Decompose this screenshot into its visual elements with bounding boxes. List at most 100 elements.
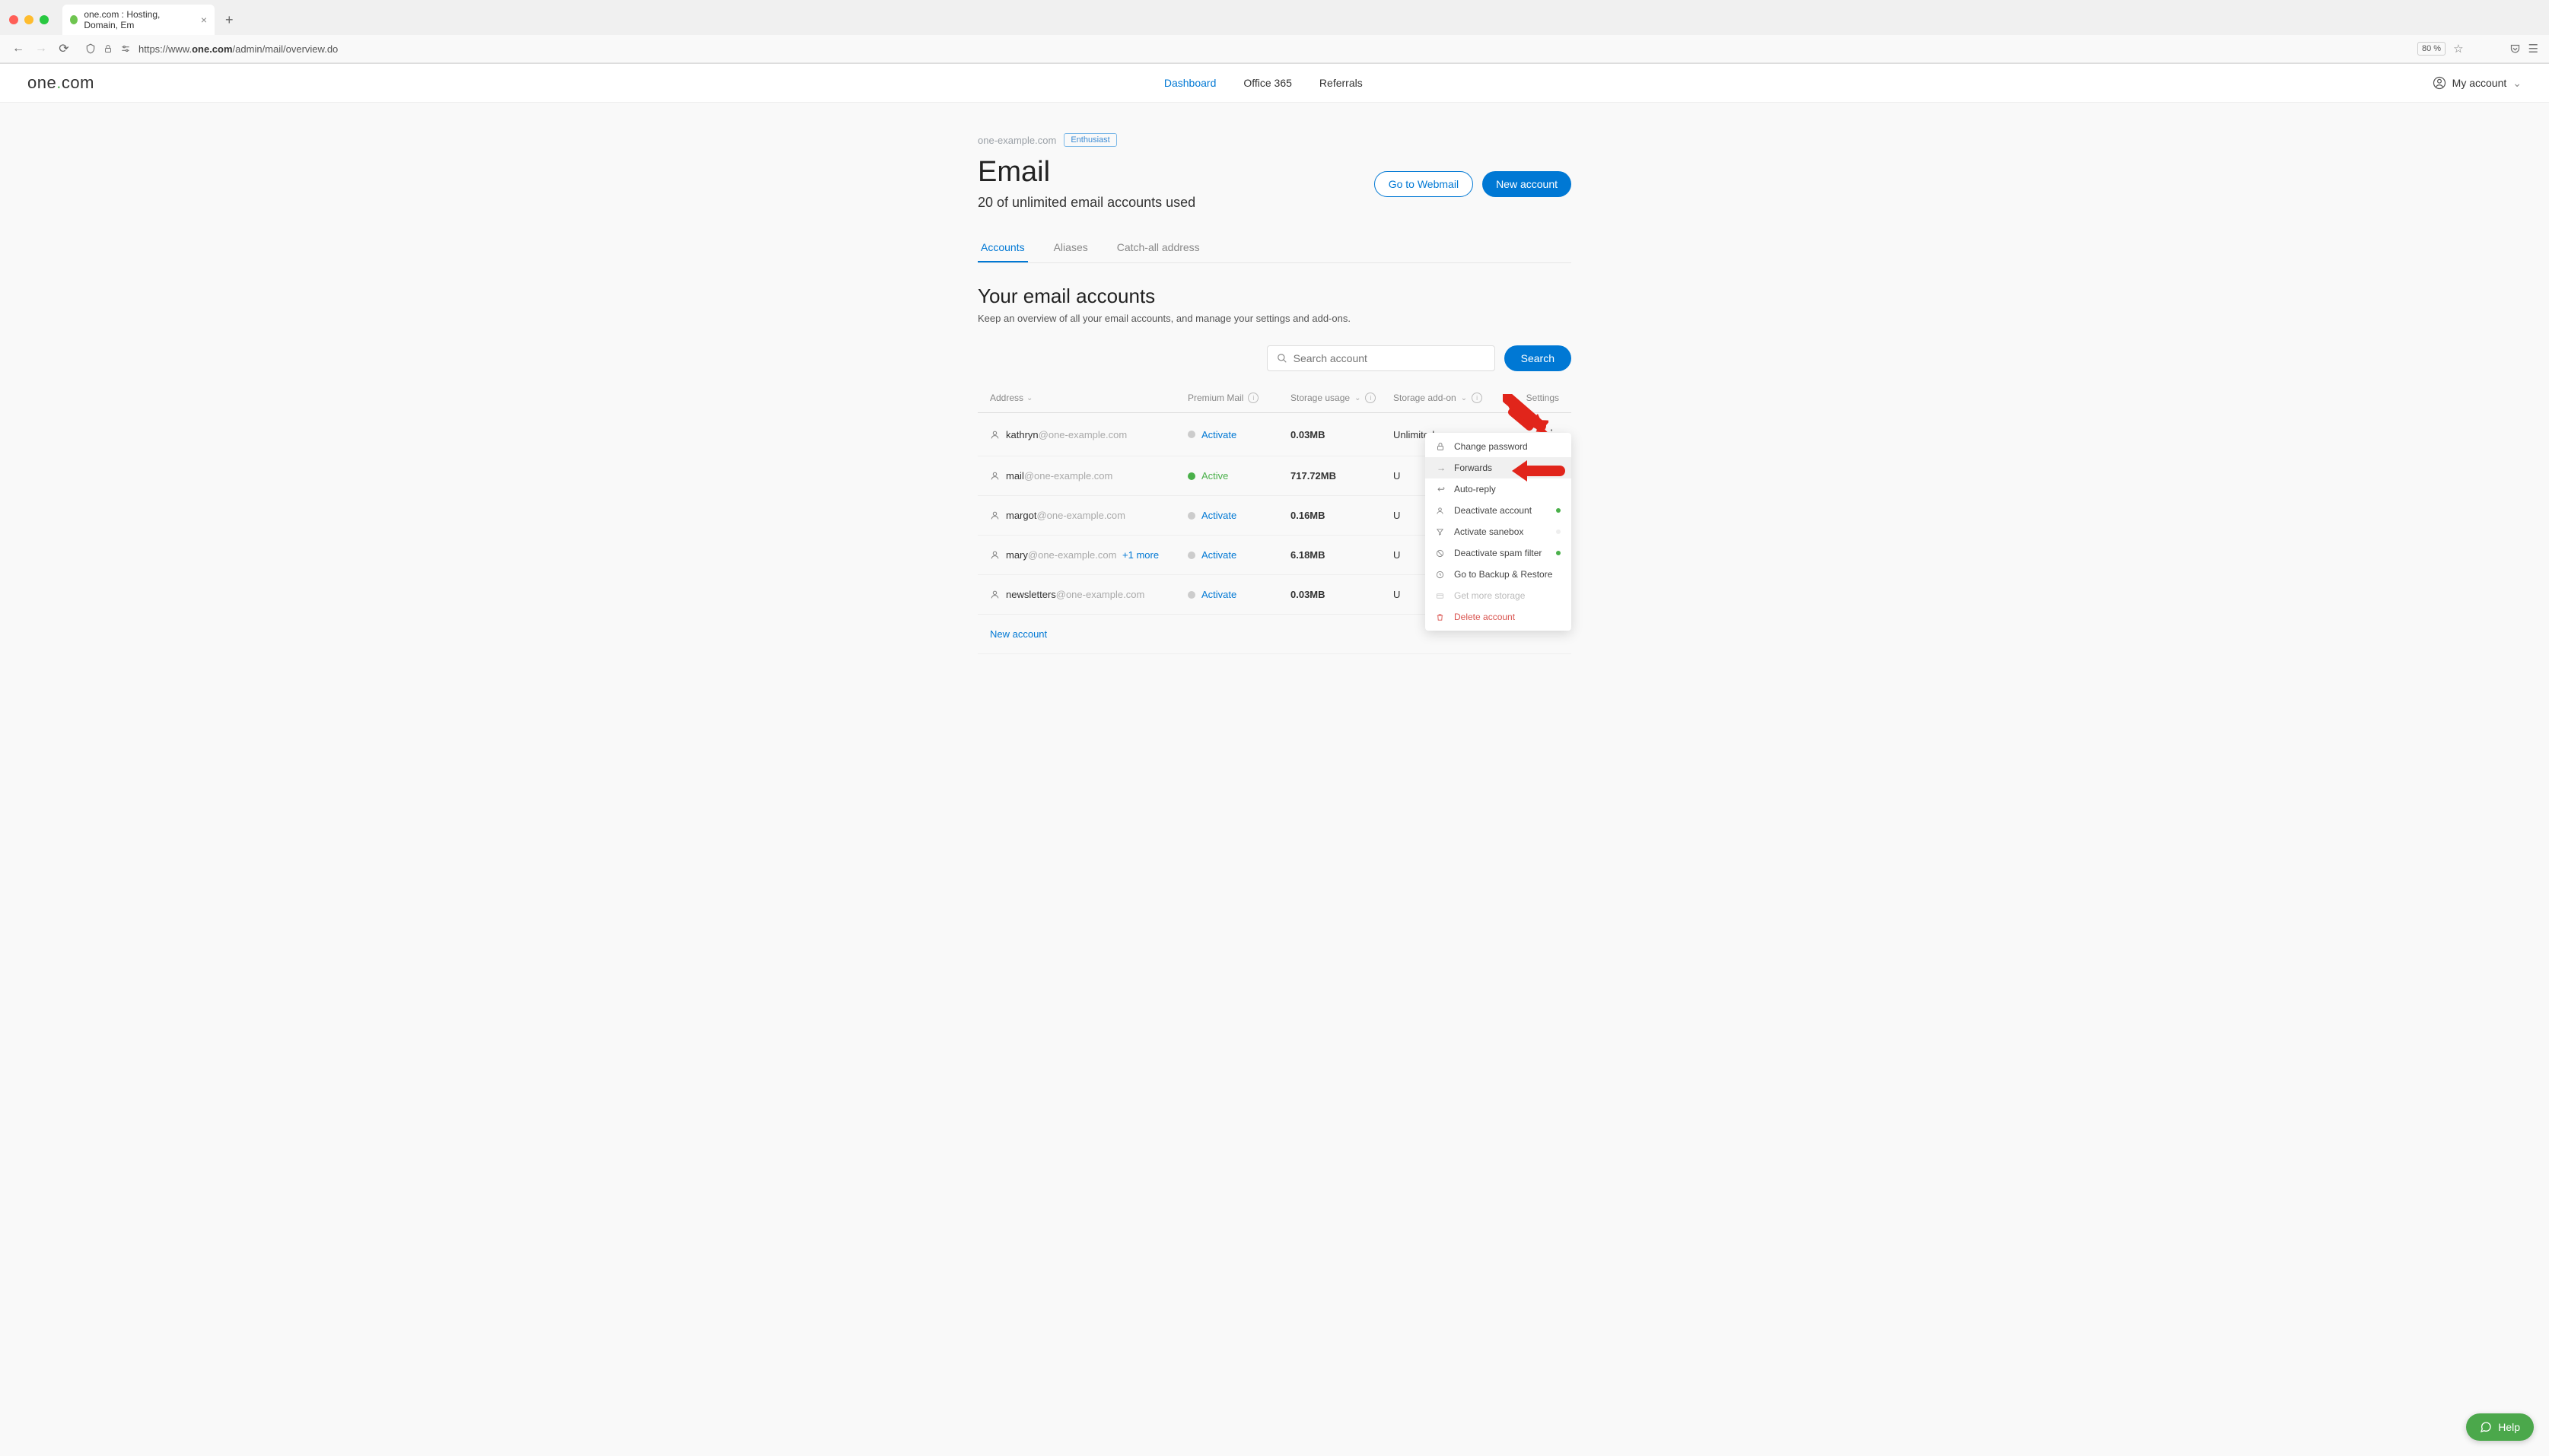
- menu-backup-restore[interactable]: Go to Backup & Restore: [1425, 564, 1571, 585]
- info-icon[interactable]: i: [1472, 393, 1482, 403]
- status-dot: [1188, 472, 1195, 480]
- activate-link[interactable]: Activate: [1201, 510, 1236, 521]
- menu-get-more-storage: Get more storage: [1425, 585, 1571, 606]
- maximize-window-button[interactable]: [40, 15, 49, 24]
- settings-dropdown: Change password → Forwards ↩ Auto-reply …: [1425, 433, 1571, 631]
- tab-catchall[interactable]: Catch-all address: [1114, 234, 1203, 262]
- tab-accounts[interactable]: Accounts: [978, 234, 1028, 262]
- forward-button[interactable]: →: [33, 42, 49, 56]
- menu-activate-sanebox[interactable]: Activate sanebox: [1425, 521, 1571, 542]
- browser-chrome: one.com : Hosting, Domain, Em × + ← → ⟳ …: [0, 0, 2549, 64]
- account-label: My account: [2452, 77, 2507, 89]
- address-bar: ← → ⟳ https://www.one.com/admin/mail/ove…: [0, 35, 2549, 63]
- activate-link[interactable]: Activate: [1201, 589, 1236, 600]
- chat-icon: [2480, 1421, 2492, 1433]
- url-text: https://www.one.com/admin/mail/overview.…: [138, 43, 338, 55]
- email-local: mail: [1006, 470, 1024, 482]
- tab-bar: one.com : Hosting, Domain, Em × +: [0, 0, 2549, 35]
- breadcrumb-row: one-example.com Enthusiast: [978, 133, 1571, 147]
- nav-dashboard[interactable]: Dashboard: [1164, 77, 1217, 89]
- search-input[interactable]: [1294, 352, 1485, 364]
- storage-value: 717.72MB: [1290, 470, 1393, 482]
- permissions-icon[interactable]: [120, 43, 131, 54]
- chevron-down-icon: ⌄: [1026, 394, 1033, 402]
- email-domain: @one-example.com: [1036, 510, 1125, 521]
- status-dot: [1188, 552, 1195, 559]
- close-tab-icon[interactable]: ×: [201, 14, 207, 26]
- back-button[interactable]: ←: [11, 42, 26, 56]
- annotation-arrow: [1512, 460, 1565, 482]
- pocket-icon[interactable]: [2509, 43, 2521, 55]
- status-indicator: [1556, 508, 1561, 513]
- url-box[interactable]: https://www.one.com/admin/mail/overview.…: [79, 43, 2410, 55]
- chevron-down-icon: ⌄: [1461, 394, 1467, 402]
- new-account-button[interactable]: New account: [1482, 171, 1571, 197]
- storage-value: 0.16MB: [1290, 510, 1393, 521]
- minimize-window-button[interactable]: [24, 15, 33, 24]
- new-tab-button[interactable]: +: [221, 12, 238, 28]
- help-label: Help: [2498, 1421, 2520, 1433]
- col-addon[interactable]: Storage add-on: [1393, 393, 1456, 403]
- reload-button[interactable]: ⟳: [56, 41, 72, 56]
- nav-office365[interactable]: Office 365: [1243, 77, 1292, 89]
- storage-value: 6.18MB: [1290, 549, 1393, 561]
- lock-icon[interactable]: [103, 44, 113, 53]
- activate-link[interactable]: Activate: [1201, 549, 1236, 561]
- page-title: Email: [978, 156, 1195, 189]
- menu-deactivate-spam[interactable]: Deactivate spam filter: [1425, 542, 1571, 564]
- email-domain: @one-example.com: [1039, 429, 1128, 440]
- go-to-webmail-button[interactable]: Go to Webmail: [1374, 171, 1473, 197]
- page-subtitle: 20 of unlimited email accounts used: [978, 195, 1195, 211]
- window-controls: [9, 15, 49, 24]
- browser-tab[interactable]: one.com : Hosting, Domain, Em ×: [62, 5, 215, 35]
- tab-title: one.com : Hosting, Domain, Em: [84, 9, 195, 30]
- user-icon: [2433, 76, 2446, 90]
- menu-delete-account[interactable]: Delete account: [1425, 606, 1571, 628]
- logo[interactable]: one.com: [27, 73, 94, 93]
- tab-aliases[interactable]: Aliases: [1051, 234, 1091, 262]
- app-header: one.com Dashboard Office 365 Referrals M…: [0, 64, 2549, 103]
- breadcrumb-domain: one-example.com: [978, 135, 1056, 146]
- status-indicator: [1556, 551, 1561, 555]
- section-title: Your email accounts: [978, 285, 1571, 308]
- block-icon: [1436, 549, 1446, 558]
- close-window-button[interactable]: [9, 15, 18, 24]
- person-icon: [1436, 507, 1446, 515]
- zoom-level[interactable]: 80 %: [2417, 42, 2446, 56]
- lock-icon: [1436, 442, 1446, 451]
- more-aliases[interactable]: +1 more: [1122, 549, 1159, 561]
- table-header: Address ⌄ Premium Mail i Storage usage ⌄…: [978, 383, 1571, 413]
- table-row: kathryn@one-example.com Activate 0.03MB …: [978, 413, 1571, 456]
- filter-icon: [1436, 528, 1446, 536]
- help-button[interactable]: Help: [2466, 1413, 2534, 1441]
- col-storage[interactable]: Storage usage: [1290, 393, 1350, 403]
- email-domain: @one-example.com: [1028, 549, 1117, 561]
- plan-badge: Enthusiast: [1064, 133, 1116, 147]
- email-local: newsletters: [1006, 589, 1056, 600]
- menu-change-password[interactable]: Change password: [1425, 436, 1571, 457]
- nav-referrals[interactable]: Referrals: [1319, 77, 1363, 89]
- activate-link[interactable]: Activate: [1201, 429, 1236, 440]
- menu-auto-reply[interactable]: ↩ Auto-reply: [1425, 478, 1571, 500]
- person-icon: [990, 510, 1000, 520]
- search-button[interactable]: Search: [1504, 345, 1571, 371]
- col-address[interactable]: Address: [990, 393, 1023, 403]
- annotation-arrow: [1503, 394, 1548, 432]
- status-dot: [1188, 591, 1195, 599]
- bookmark-icon[interactable]: ☆: [2453, 42, 2463, 56]
- person-icon: [990, 550, 1000, 560]
- email-domain: @one-example.com: [1056, 589, 1145, 600]
- menu-deactivate-account[interactable]: Deactivate account: [1425, 500, 1571, 521]
- info-icon[interactable]: i: [1365, 393, 1376, 403]
- menu-icon[interactable]: ☰: [2528, 42, 2538, 56]
- active-label: Active: [1201, 470, 1228, 482]
- clock-icon: [1436, 571, 1446, 579]
- status-dot: [1188, 512, 1195, 520]
- tabs: Accounts Aliases Catch-all address: [978, 234, 1571, 263]
- status-dot: [1188, 431, 1195, 438]
- account-menu[interactable]: My account ⌄: [2433, 76, 2522, 90]
- email-local: margot: [1006, 510, 1036, 521]
- shield-icon[interactable]: [85, 43, 96, 54]
- info-icon[interactable]: i: [1248, 393, 1259, 403]
- person-icon: [990, 430, 1000, 440]
